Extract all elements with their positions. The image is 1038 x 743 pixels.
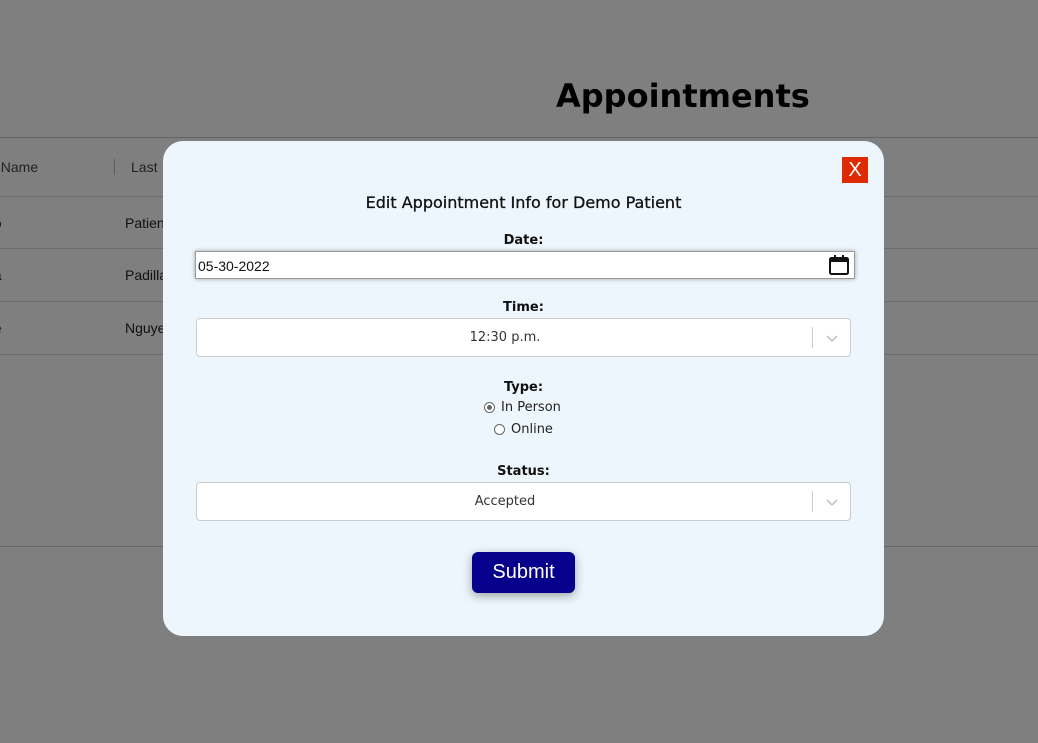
select-separator xyxy=(812,491,813,512)
status-value: Accepted xyxy=(474,494,536,509)
edit-appointment-modal: X Edit Appointment Info for Demo Patient… xyxy=(163,141,884,636)
time-label: Time: xyxy=(503,300,544,315)
radio-in-person[interactable] xyxy=(484,402,495,413)
select-separator xyxy=(812,327,813,348)
chevron-down-icon[interactable] xyxy=(825,331,839,345)
date-input[interactable]: 05-30-2022 xyxy=(195,251,855,279)
time-value: 12:30 p.m. xyxy=(469,330,541,345)
chevron-down-icon[interactable] xyxy=(825,495,839,509)
date-value: 05-30-2022 xyxy=(198,258,270,274)
submit-button[interactable]: Submit xyxy=(472,552,575,593)
date-label: Date: xyxy=(503,233,544,248)
radio-label-in-person: In Person xyxy=(501,400,561,415)
modal-title: Edit Appointment Info for Demo Patient xyxy=(365,193,682,212)
type-label: Type: xyxy=(503,380,544,395)
calendar-icon[interactable] xyxy=(828,254,850,276)
status-label: Status: xyxy=(497,464,550,479)
radio-online[interactable] xyxy=(494,424,505,435)
radio-label-online: Online xyxy=(511,422,553,437)
time-select[interactable]: 12:30 p.m. xyxy=(196,318,851,357)
close-button[interactable]: X xyxy=(842,157,868,183)
type-option-online[interactable]: Online xyxy=(494,422,553,437)
type-option-in-person[interactable]: In Person xyxy=(484,400,561,415)
status-select[interactable]: Accepted xyxy=(196,482,851,521)
